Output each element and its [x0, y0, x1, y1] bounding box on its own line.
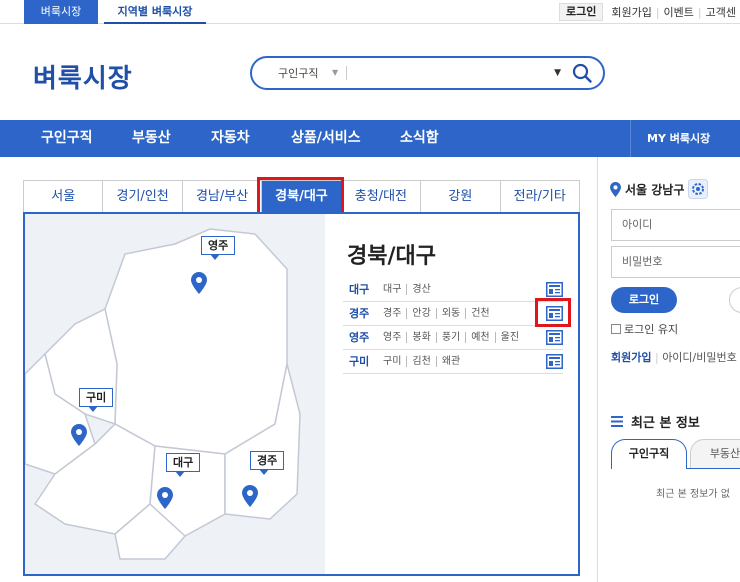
top-support-link[interactable]: 고객센: [702, 4, 740, 20]
keep-login-checkbox[interactable]: [611, 324, 621, 334]
map-pin-icon[interactable]: [242, 485, 258, 507]
region-map: 영주 구미 대구 경주: [24, 214, 325, 574]
keep-login-label: 로그인 유지: [624, 323, 679, 336]
town-link[interactable]: 김천: [407, 356, 437, 367]
utility-links: 로그인 회원가입 | 이벤트 | 고객센: [558, 0, 740, 24]
top-strip: 벼룩시장 지역별 벼룩시장 로그인 회원가입 | 이벤트 | 고객센: [0, 0, 740, 24]
join-link[interactable]: 회원가입: [611, 351, 651, 364]
tab-jeolla-etc[interactable]: 전라/기타: [501, 181, 579, 213]
nav-jobs[interactable]: 구인구직: [41, 120, 93, 157]
recent-views-label: 최근 본 정보: [631, 416, 700, 431]
map-label-daegu[interactable]: 대구: [166, 453, 201, 477]
city-name[interactable]: 경주: [349, 302, 369, 325]
chevron-down-icon: ▼: [332, 68, 339, 77]
nav-goods-services[interactable]: 상품/서비스: [291, 120, 361, 157]
town-link[interactable]: 경산: [407, 284, 435, 295]
recent-tab-underline: [687, 468, 740, 469]
login-button[interactable]: 로그인: [611, 287, 677, 313]
location-text: 서울 강남구: [625, 182, 685, 197]
newspaper-icon[interactable]: [546, 282, 563, 297]
town-link[interactable]: 풍기: [437, 332, 467, 343]
tab-seoul[interactable]: 서울: [24, 181, 104, 213]
city-name[interactable]: 대구: [349, 278, 369, 301]
city-row-gyeongju: 경주 경주 안강 외동 건천: [343, 302, 563, 326]
recent-empty-message: 최근 본 정보가 없: [656, 489, 730, 500]
city-row-yeongju: 영주 영주 봉화 풍기 예천 울진: [343, 326, 563, 350]
location-pin-icon: [610, 181, 621, 197]
town-link[interactable]: 경주: [383, 308, 408, 319]
search-category-label: 구인구직: [278, 67, 319, 80]
find-account-link[interactable]: 아이디/비밀번호: [662, 351, 737, 364]
id-field[interactable]: 아이디: [611, 209, 740, 241]
top-login-link[interactable]: 로그인: [558, 3, 604, 21]
newspaper-icon-highlight: [535, 298, 571, 327]
city-row-gumi: 구미 구미 김천 왜관: [343, 350, 563, 374]
map-label-gyeongju[interactable]: 경주: [250, 451, 285, 475]
keep-login[interactable]: 로그인 유지: [611, 321, 678, 337]
nav-my-page[interactable]: MY 벼룩시장: [630, 120, 740, 157]
recent-views-title: 최근 본 정보: [611, 412, 700, 431]
right-sidebar: 서울 강남구 아이디 비밀번호 로그인 로그인 유지 회원가입 | 아이디/비밀…: [597, 157, 740, 582]
city-name[interactable]: 구미: [349, 350, 369, 373]
active-tab-highlight: [257, 177, 344, 215]
town-link[interactable]: 건천: [466, 308, 494, 319]
recent-tab-jobs[interactable]: 구인구직: [611, 439, 687, 469]
recent-tab-realestate[interactable]: 부동산: [690, 439, 740, 469]
town-link[interactable]: 구미: [383, 356, 408, 367]
top-join-link[interactable]: 회원가입: [607, 4, 655, 20]
site-tab-regional[interactable]: 지역별 벼룩시장: [104, 0, 206, 24]
panel-title: 경북/대구: [347, 244, 436, 269]
nav-realestate[interactable]: 부동산: [132, 120, 171, 157]
menu-icon: [611, 416, 623, 427]
search-bar: 구인구직 ▼ ▼: [250, 56, 605, 90]
map-pin-icon[interactable]: [71, 424, 87, 446]
search-input[interactable]: [347, 59, 555, 87]
nav-news[interactable]: 소식함: [400, 120, 439, 157]
newspaper-icon[interactable]: [546, 330, 563, 345]
town-link[interactable]: 왜관: [437, 356, 465, 367]
dropdown-caret-icon[interactable]: ▼: [554, 68, 561, 78]
tab-gangwon[interactable]: 강원: [421, 181, 501, 213]
tab-gyeonggi-incheon[interactable]: 경기/인천: [103, 181, 183, 213]
search-category-select[interactable]: 구인구직 ▼: [252, 65, 346, 81]
map-label-gumi[interactable]: 구미: [79, 388, 114, 412]
city-row-daegu: 대구 대구 경산: [343, 278, 563, 302]
account-links: 회원가입 | 아이디/비밀번호: [611, 349, 737, 365]
top-event-link[interactable]: 이벤트: [660, 4, 698, 20]
town-link[interactable]: 울진: [496, 332, 524, 343]
tab-chungcheong-daejeon[interactable]: 충청/대전: [342, 181, 422, 213]
secondary-login-button[interactable]: [729, 287, 740, 313]
map-pin-icon[interactable]: [157, 487, 173, 509]
city-name[interactable]: 영주: [349, 326, 369, 349]
gear-icon[interactable]: [688, 179, 709, 199]
site-tab-main[interactable]: 벼룩시장: [24, 0, 98, 24]
town-link[interactable]: 영주: [383, 332, 408, 343]
tab-gyeongnam-busan[interactable]: 경남/부산: [183, 181, 263, 213]
town-link[interactable]: 봉화: [407, 332, 437, 343]
region-panel: 영주 구미 대구 경주 경북/대구 대구 대구 경산 경주 경주 안강 외동 건…: [23, 212, 580, 576]
main-nav: 구인구직 부동산 자동차 상품/서비스 소식함 MY 벼룩시장: [0, 120, 740, 157]
search-icon[interactable]: [571, 62, 593, 84]
gyeongbuk-map-shape: [24, 228, 301, 560]
password-field[interactable]: 비밀번호: [611, 246, 740, 278]
nav-cars[interactable]: 자동차: [211, 120, 250, 157]
town-link[interactable]: 예천: [466, 332, 496, 343]
map-pin-icon[interactable]: [191, 272, 207, 294]
town-link[interactable]: 대구: [383, 284, 408, 295]
city-list: 경북/대구 대구 대구 경산 경주 경주 안강 외동 건천 영주 영주 봉화 풍…: [343, 214, 563, 574]
site-logo[interactable]: 벼룩시장: [33, 58, 133, 95]
map-label-yeongju[interactable]: 영주: [201, 236, 236, 260]
town-link[interactable]: 안강: [407, 308, 437, 319]
newspaper-icon[interactable]: [546, 354, 563, 369]
location-selector[interactable]: 서울 강남구: [610, 179, 709, 199]
town-link[interactable]: 외동: [437, 308, 467, 319]
